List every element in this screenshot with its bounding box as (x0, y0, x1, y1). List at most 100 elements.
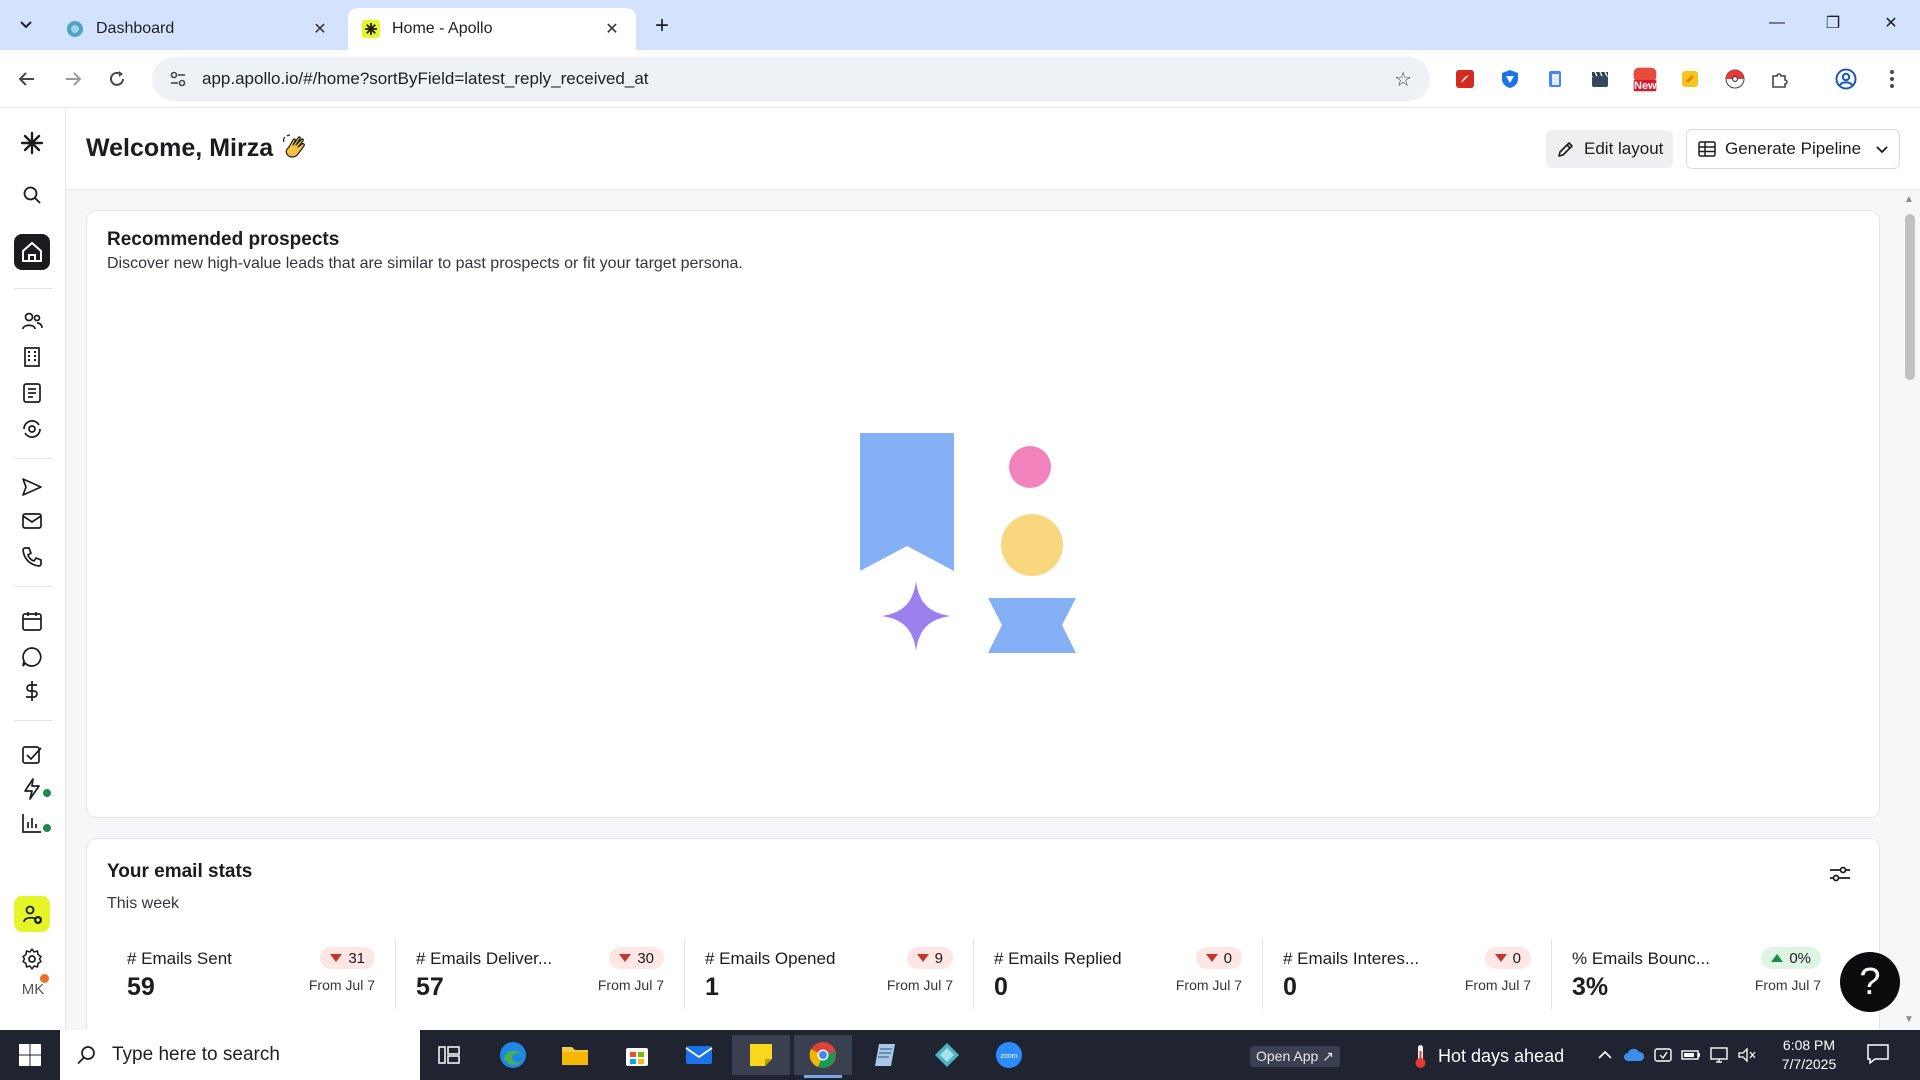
address-bar[interactable]: app.apollo.io/#/home?sortByField=latest_… (152, 57, 1430, 101)
settings-gear-icon[interactable] (13, 942, 51, 976)
taskbar-clock[interactable]: 6:08 PM 7/7/2025 (1774, 1036, 1844, 1074)
lists-icon[interactable] (13, 376, 51, 410)
data-enrichment-icon[interactable] (13, 412, 51, 446)
arrow-down-icon (330, 954, 343, 962)
help-button[interactable]: ? (1840, 952, 1900, 1012)
companies-building-icon[interactable] (13, 340, 51, 374)
stat-emails-bounced[interactable]: % Emails Bounc... 3% 0% From Jul 7 (1552, 939, 1841, 1009)
stat-from: From Jul 7 (1754, 977, 1821, 993)
pokeball-extension-icon[interactable] (1721, 65, 1749, 93)
restore-icon[interactable]: ❐ (1810, 8, 1856, 38)
invite-user-icon[interactable] (14, 896, 50, 932)
email-stats-title: Your email stats (107, 861, 253, 882)
new-tab-icon[interactable]: + (648, 12, 676, 40)
ticket-extension-icon[interactable] (1676, 65, 1704, 93)
stat-emails-delivered[interactable]: # Emails Deliver... 57 30 From Jul 7 (396, 939, 685, 1009)
clapper-extension-icon[interactable] (1586, 65, 1614, 93)
emails-envelope-icon[interactable] (13, 504, 51, 538)
edge-browser-icon[interactable] (484, 1035, 542, 1075)
stat-change-badge: 0% (1761, 947, 1821, 969)
network-icon[interactable] (1708, 1044, 1730, 1066)
shield-extension-icon[interactable] (1496, 65, 1524, 93)
stat-value: 0 (994, 973, 1008, 1001)
sequences-send-icon[interactable] (13, 470, 51, 504)
meet-now-icon[interactable] (1652, 1044, 1674, 1066)
stat-emails-interested[interactable]: # Emails Interes... 0 0 From Jul 7 (1263, 939, 1552, 1009)
forward-icon[interactable] (56, 62, 90, 96)
tab-home-apollo[interactable]: Home - Apollo ✕ (348, 8, 636, 50)
stat-value: 57 (416, 973, 444, 1001)
minimize-icon[interactable]: — (1754, 8, 1800, 38)
analytics-chart-icon[interactable] (13, 806, 51, 840)
browser-tab-bar: Dashboard ✕ Home - Apollo ✕ + — ❐ ✕ (0, 0, 1920, 50)
mail-app-icon[interactable] (670, 1035, 728, 1075)
taskbar-search-box[interactable]: Type here to search (60, 1030, 420, 1080)
search-icon[interactable] (13, 178, 51, 212)
home-icon[interactable] (14, 234, 50, 270)
zoom-app-icon[interactable]: zoom (980, 1035, 1038, 1075)
clock-time: 6:08 PM (1782, 1037, 1836, 1053)
tab-dashboard[interactable]: Dashboard ✕ (52, 8, 344, 50)
edit-layout-button[interactable]: Edit layout (1546, 130, 1674, 168)
arrow-down-icon (916, 954, 929, 962)
onedrive-cloud-icon[interactable] (1623, 1044, 1645, 1066)
new-extension-icon[interactable]: New (1631, 65, 1659, 93)
stat-change: 0 (1223, 949, 1232, 967)
scroll-down-icon[interactable]: ▼ (1904, 1014, 1914, 1025)
browser-menu-icon[interactable] (1878, 65, 1906, 93)
meetings-calendar-icon[interactable] (13, 604, 51, 638)
microsoft-store-icon[interactable] (608, 1035, 666, 1075)
generate-pipeline-button[interactable]: Generate Pipeline (1686, 129, 1900, 169)
apollo-logo-icon[interactable] (13, 126, 51, 160)
sticky-notes-icon[interactable] (732, 1035, 790, 1075)
scroll-up-icon[interactable]: ▲ (1904, 194, 1914, 205)
calls-phone-icon[interactable] (13, 540, 51, 574)
site-info-icon[interactable] (158, 69, 198, 89)
window-close-icon[interactable]: ✕ (1868, 8, 1914, 38)
filter-sliders-icon[interactable] (1827, 861, 1853, 887)
document-extension-icon[interactable] (1541, 65, 1569, 93)
people-icon[interactable] (13, 304, 51, 338)
extensions-puzzle-icon[interactable] (1766, 65, 1794, 93)
page-scrollbar[interactable]: ▲ ▼ (1900, 190, 1920, 1030)
conversations-chat-icon[interactable] (13, 640, 51, 674)
email-stats-row: # Emails Sent 59 31 From Jul 7 # Emails … (107, 939, 1857, 1019)
scrollbar-thumb[interactable] (1905, 214, 1915, 380)
deals-dollar-icon[interactable] (13, 674, 51, 708)
close-tab-icon[interactable]: ✕ (602, 19, 622, 39)
volume-muted-icon[interactable] (1736, 1044, 1758, 1066)
notes-app-icon[interactable] (856, 1035, 914, 1075)
weather-widget[interactable]: Hot days ahead (1410, 1043, 1564, 1069)
tab-title: Home - Apollo (392, 20, 493, 37)
bookmark-star-icon[interactable]: ☆ (1394, 67, 1412, 92)
task-view-icon[interactable] (420, 1035, 478, 1075)
stat-from: From Jul 7 (1175, 977, 1242, 993)
email-stats-period[interactable]: This week (107, 895, 179, 913)
pdf-extension-icon[interactable] (1451, 65, 1479, 93)
file-explorer-icon[interactable] (546, 1035, 604, 1075)
back-icon[interactable] (10, 62, 44, 96)
tasks-checkbox-icon[interactable] (13, 738, 51, 772)
stat-emails-sent[interactable]: # Emails Sent 59 31 From Jul 7 (107, 939, 396, 1009)
profile-icon[interactable] (1832, 65, 1860, 93)
diamond-app-icon[interactable] (918, 1035, 976, 1075)
close-tab-icon[interactable]: ✕ (310, 19, 330, 39)
battery-icon[interactable] (1680, 1044, 1702, 1066)
chrome-browser-icon[interactable] (794, 1035, 852, 1078)
stat-from: From Jul 7 (886, 977, 953, 993)
open-app-button[interactable]: Open App ↗ (1250, 1046, 1340, 1067)
windows-start-icon[interactable] (10, 1040, 50, 1070)
tab-search-menu-icon[interactable] (10, 9, 42, 41)
main-content[interactable]: Recommended prospects Discover new high-… (66, 190, 1920, 1058)
show-hidden-icons-icon[interactable] (1594, 1044, 1616, 1066)
stat-emails-replied[interactable]: # Emails Replied 0 0 From Jul 7 (974, 939, 1263, 1009)
reload-icon[interactable] (100, 62, 134, 96)
chevron-down-icon (1876, 146, 1888, 154)
email-stats-card: Your email stats This week # Emails Sent… (86, 838, 1880, 1058)
notifications-icon[interactable] (1866, 1043, 1892, 1067)
taskbar-search-placeholder: Type here to search (112, 1044, 280, 1065)
stat-emails-opened[interactable]: # Emails Opened 1 9 From Jul 7 (685, 939, 974, 1009)
stat-value: 3% (1572, 973, 1609, 1001)
dashboard-favicon-icon (66, 20, 84, 38)
generate-pipeline-label: Generate Pipeline (1725, 139, 1862, 158)
